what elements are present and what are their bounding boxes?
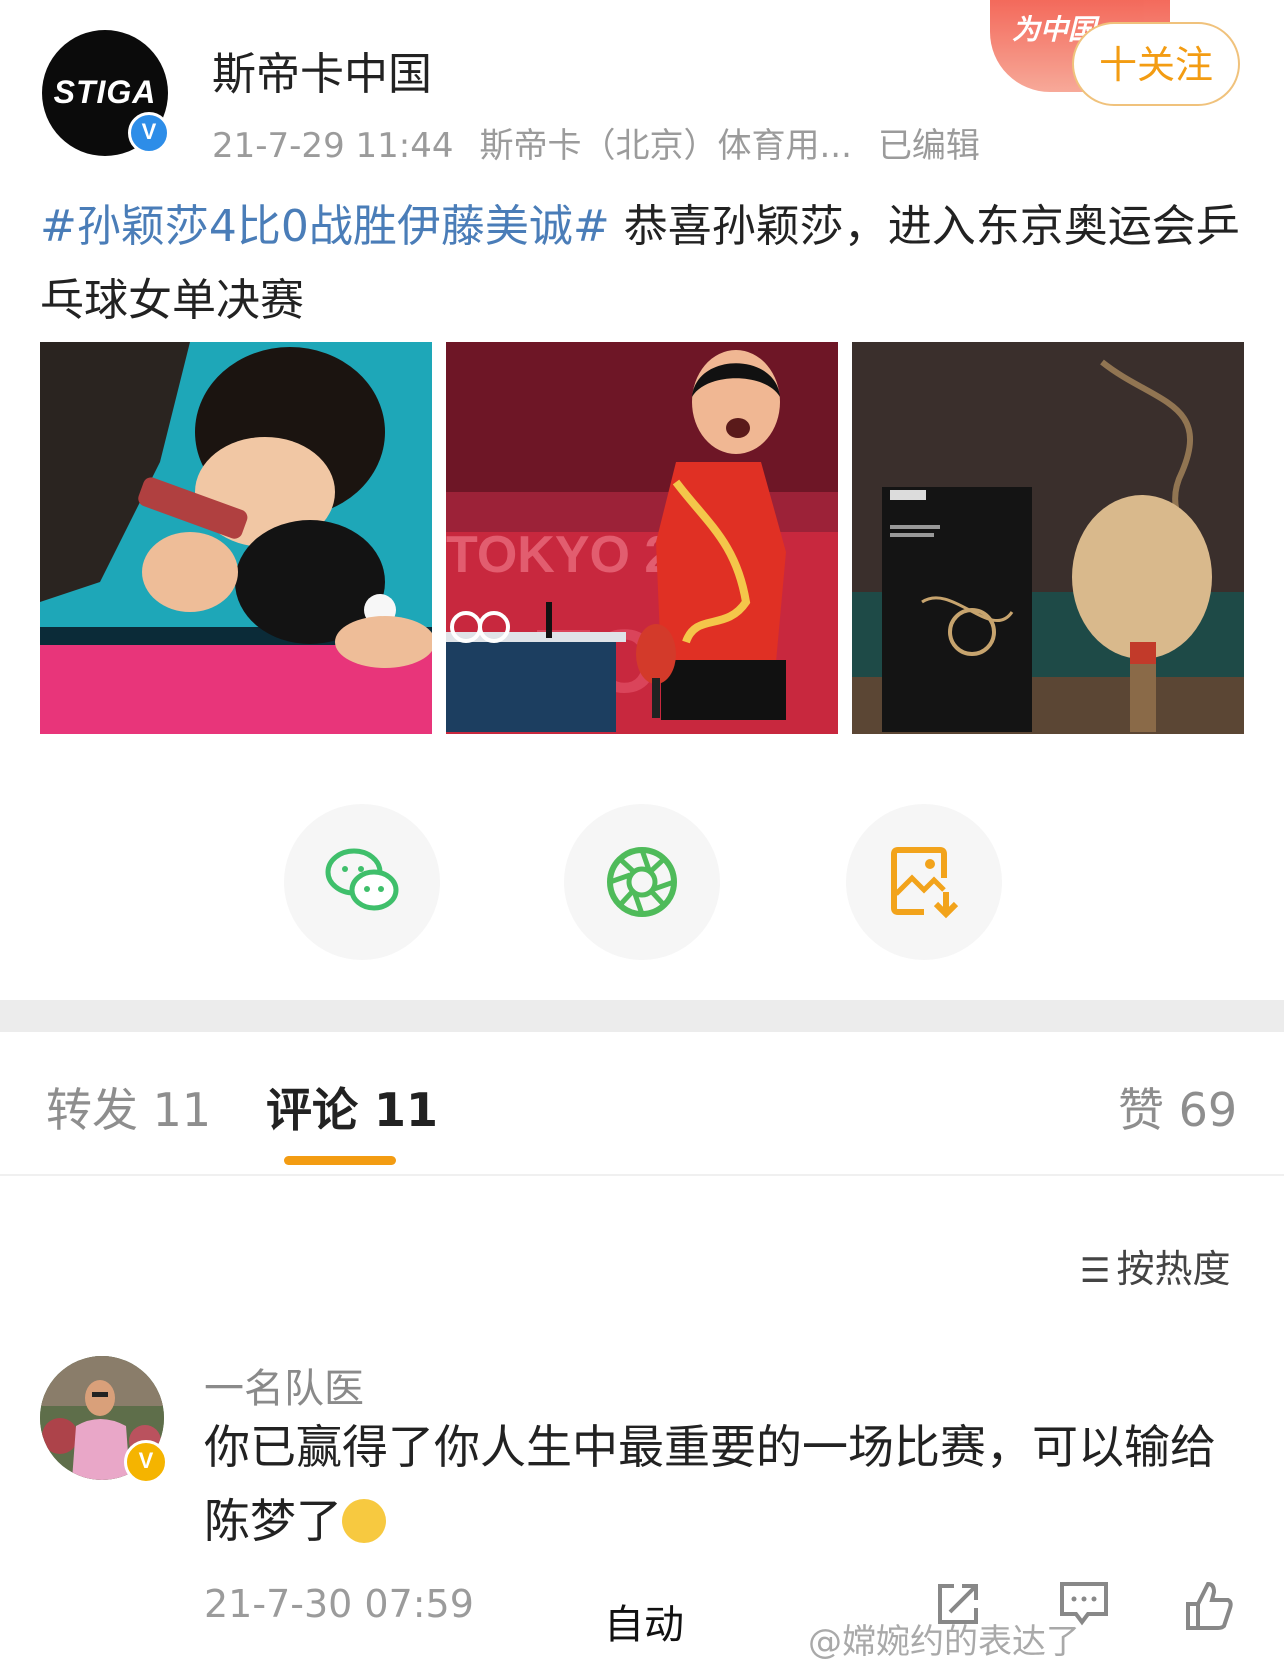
verified-badge-icon: V bbox=[128, 112, 170, 154]
thumb-up-icon bbox=[1186, 1581, 1233, 1630]
author-name[interactable]: 斯帝卡中国 bbox=[212, 38, 432, 102]
active-tab-indicator bbox=[284, 1156, 396, 1165]
commenter-verified-icon: V bbox=[124, 1440, 168, 1484]
sort-label: 按热度 bbox=[1116, 1247, 1231, 1291]
follow-button[interactable]: 十关注 bbox=[1072, 22, 1240, 106]
sort-icon: ☰ bbox=[1080, 1251, 1111, 1291]
dragon-blade-product-photo[interactable] bbox=[852, 342, 1244, 734]
save-image-button[interactable] bbox=[846, 804, 1002, 960]
comment-text: 你已赢得了你人生中最重要的一场比赛，可以输给陈梦了 bbox=[204, 1410, 1244, 1558]
edited-label[interactable]: 已编辑 bbox=[878, 126, 980, 166]
author-avatar[interactable]: STIGA V bbox=[42, 30, 170, 156]
save-image-icon bbox=[891, 847, 959, 919]
tab-likes[interactable]: 赞 69 bbox=[1118, 1074, 1237, 1140]
commenter-name[interactable]: 一名队医 bbox=[204, 1356, 364, 1414]
weibo-watermark: @嫦婉约的表达了 bbox=[808, 1622, 1080, 1662]
post-source[interactable]: 斯帝卡（北京）体育用... bbox=[480, 126, 852, 166]
wechat-icon bbox=[325, 848, 399, 911]
section-divider bbox=[0, 1000, 1284, 1032]
tab-repost[interactable]: 转发 11 bbox=[46, 1074, 211, 1140]
post-body: #孙颖莎4比0战胜伊藤美诚# 恭喜孙颖莎，进入东京奥运会乒乓球女单决赛 bbox=[40, 190, 1240, 338]
smirk-emoji-icon bbox=[342, 1499, 386, 1543]
player-serving-photo[interactable] bbox=[40, 342, 432, 734]
hashtag-link[interactable]: #孙颖莎4比0战胜伊藤美诚# bbox=[40, 201, 610, 252]
share-wechat-button[interactable] bbox=[284, 804, 440, 960]
post-meta: 21-7-29 11:44 斯帝卡（北京）体育用... 已编辑 bbox=[212, 118, 1006, 167]
tab-divider bbox=[0, 1174, 1284, 1176]
comment-like-button[interactable] bbox=[1180, 1578, 1236, 1638]
post-timestamp: 21-7-29 11:44 bbox=[212, 126, 454, 166]
share-moments-button[interactable] bbox=[564, 804, 720, 960]
sort-by-hot-button[interactable]: ☰ 按热度 bbox=[1080, 1238, 1231, 1293]
comment-timestamp: 21-7-30 07:59 bbox=[204, 1582, 474, 1626]
moments-icon bbox=[607, 847, 677, 917]
tab-comments[interactable]: 评论 11 bbox=[266, 1074, 438, 1140]
stiga-logo: STIGA bbox=[53, 74, 157, 110]
auto-overlay-label: 自动 bbox=[604, 1602, 684, 1648]
player-celebrating-photo[interactable]: TOKYO 20 TO bbox=[446, 342, 838, 734]
